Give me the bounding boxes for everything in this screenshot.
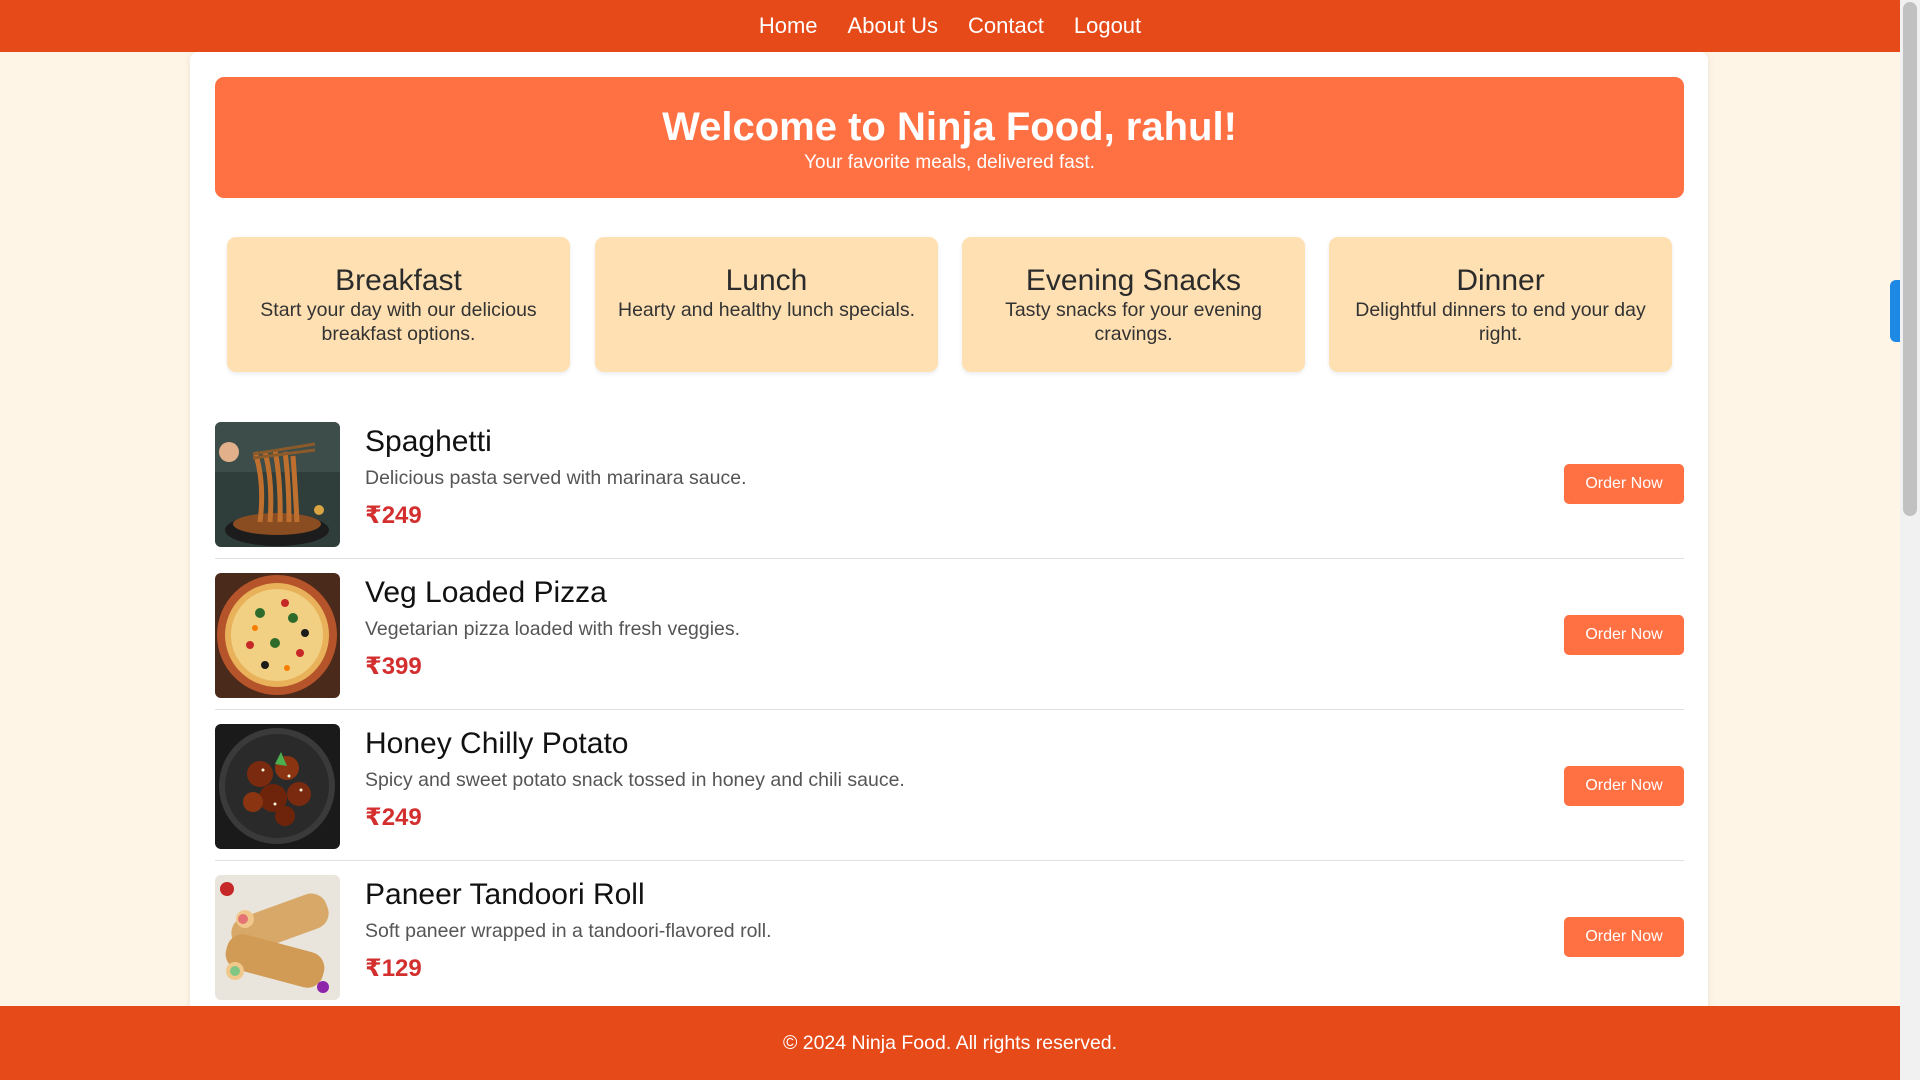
- side-feedback-tab[interactable]: [1890, 280, 1900, 342]
- nav-contact-link[interactable]: Contact: [968, 13, 1044, 39]
- main-container: Welcome to Ninja Food, rahul! Your favor…: [190, 52, 1708, 1052]
- category-title: Breakfast: [335, 264, 462, 297]
- item-description: Delicious pasta served with marinara sau…: [365, 467, 747, 489]
- footer-copyright: © 2024 Ninja Food. All rights reserved.: [782, 1032, 1118, 1054]
- menu-item-spaghetti: Spaghetti Delicious pasta served with ma…: [215, 422, 1684, 548]
- category-card-breakfast[interactable]: Breakfast Start your day with our delici…: [227, 237, 570, 372]
- spaghetti-photo: [215, 422, 340, 547]
- item-name: Spaghetti: [365, 425, 492, 458]
- category-card-dinner[interactable]: Dinner Delightful dinners to end your da…: [1329, 237, 1672, 372]
- item-name: Honey Chilly Potato: [365, 727, 629, 760]
- category-title: Evening Snacks: [1025, 264, 1242, 297]
- item-description: Vegetarian pizza loaded with fresh veggi…: [365, 618, 741, 640]
- category-description: Delightful dinners to end your day right…: [1355, 299, 1646, 345]
- order-now-button[interactable]: Order Now: [1564, 615, 1684, 655]
- category-description: Start your day with our delicious breakf…: [260, 299, 537, 345]
- item-description: Spicy and sweet potato snack tossed in h…: [365, 769, 905, 791]
- nav-logout-link[interactable]: Logout: [1074, 13, 1141, 39]
- order-now-button[interactable]: Order Now: [1564, 917, 1684, 957]
- item-price: ₹399: [365, 653, 422, 680]
- item-price: ₹249: [365, 502, 422, 529]
- paneer-roll-photo: [215, 875, 340, 1000]
- nav-home-link[interactable]: Home: [759, 13, 818, 39]
- welcome-title: Welcome to Ninja Food, rahul!: [662, 105, 1237, 149]
- category-title: Dinner: [1456, 264, 1545, 297]
- honey-chilly-potato-photo: [215, 724, 340, 849]
- menu-item-paneer-tandoori-roll: Paneer Tandoori Roll Soft paneer wrapped…: [215, 875, 1684, 1001]
- item-name: Paneer Tandoori Roll: [365, 878, 645, 911]
- menu-item-veg-loaded-pizza: Veg Loaded Pizza Vegetarian pizza loaded…: [215, 573, 1684, 699]
- item-price: ₹129: [365, 955, 422, 982]
- welcome-subtitle: Your favorite meals, delivered fast.: [804, 152, 1095, 173]
- scrollbar-thumb[interactable]: [1903, 2, 1917, 516]
- page-scrollbar[interactable]: [1900, 0, 1920, 1080]
- order-now-button[interactable]: Order Now: [1564, 766, 1684, 806]
- category-description: Hearty and healthy lunch specials.: [617, 299, 915, 321]
- page-footer: © 2024 Ninja Food. All rights reserved.: [0, 1006, 1900, 1080]
- category-description: Tasty snacks for your evening cravings.: [1005, 299, 1262, 345]
- order-now-button[interactable]: Order Now: [1564, 464, 1684, 504]
- welcome-banner: Welcome to Ninja Food, rahul! Your favor…: [215, 77, 1684, 198]
- category-card-evening-snacks[interactable]: Evening Snacks Tasty snacks for your eve…: [962, 237, 1305, 372]
- category-title: Lunch: [725, 264, 808, 297]
- category-card-lunch[interactable]: Lunch Hearty and healthy lunch specials.: [595, 237, 938, 372]
- item-description: Soft paneer wrapped in a tandoori-flavor…: [365, 920, 772, 942]
- pizza-photo: [215, 573, 340, 698]
- divider: [215, 558, 1684, 559]
- menu-item-honey-chilly-potato: Honey Chilly Potato Spicy and sweet pota…: [215, 724, 1684, 850]
- divider: [215, 709, 1684, 710]
- item-name: Veg Loaded Pizza: [365, 576, 607, 609]
- divider: [215, 860, 1684, 861]
- top-navigation: Home About Us Contact Logout: [0, 0, 1900, 52]
- nav-about-link[interactable]: About Us: [848, 13, 939, 39]
- item-price: ₹249: [365, 804, 422, 831]
